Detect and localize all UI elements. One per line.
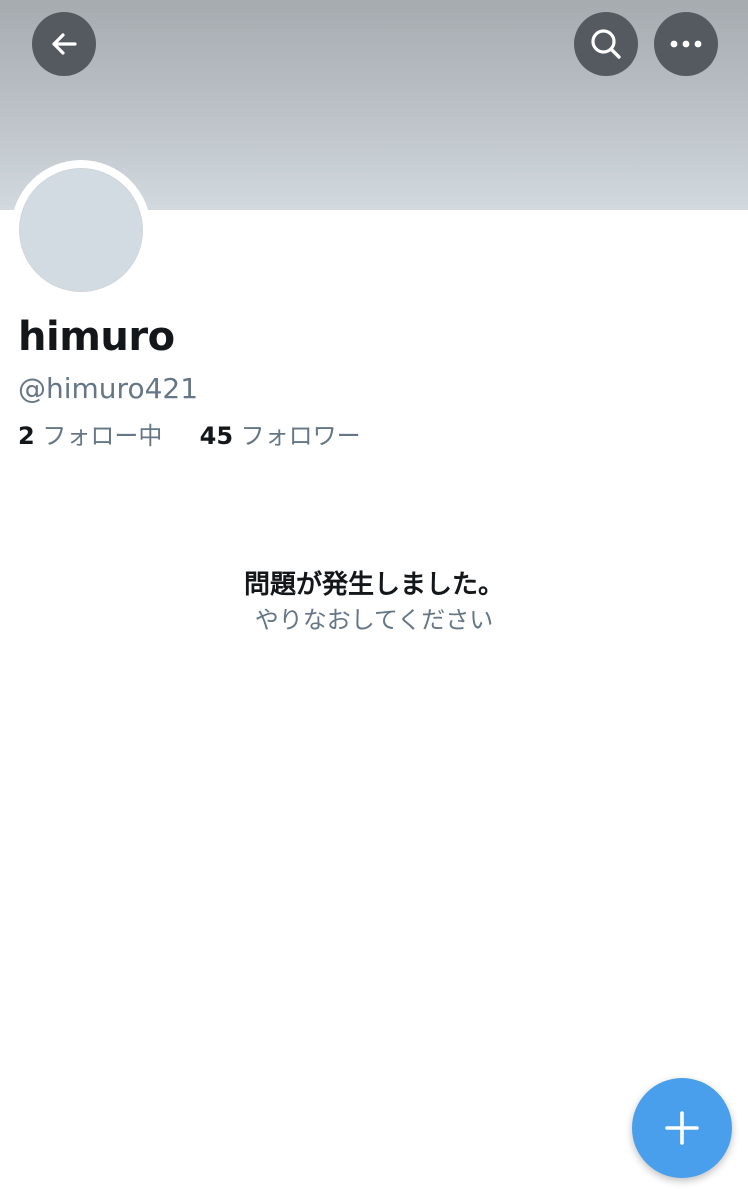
compose-tweet-button[interactable] bbox=[632, 1078, 732, 1178]
retry-message[interactable]: やりなおしてください bbox=[0, 600, 748, 635]
search-button[interactable] bbox=[574, 12, 638, 76]
follow-stats: 2 フォロー中 45 フォロワー bbox=[18, 416, 361, 451]
user-handle: @himuro421 bbox=[18, 372, 199, 405]
more-options-button[interactable] bbox=[654, 12, 718, 76]
search-icon bbox=[591, 29, 621, 59]
followers-count: 45 bbox=[199, 422, 234, 450]
following-link[interactable]: 2 フォロー中 bbox=[18, 422, 170, 450]
error-title: 問題が発生しました。 bbox=[243, 570, 504, 600]
back-button[interactable] bbox=[32, 12, 96, 76]
avatar-border bbox=[11, 160, 151, 300]
display-name: himuro bbox=[18, 314, 175, 360]
arrow-left-icon bbox=[52, 33, 77, 55]
following-count: 2 bbox=[18, 422, 35, 450]
followers-link[interactable]: 45 フォロワー bbox=[200, 422, 361, 450]
profile-screen: himuro @himuro421 2 フォロー中 45 フォロワー 問題が発生… bbox=[0, 0, 748, 1189]
avatar[interactable] bbox=[19, 168, 143, 292]
followers-label: フォロワー bbox=[240, 422, 361, 450]
more-horizontal-icon bbox=[670, 40, 702, 48]
following-label: フォロー中 bbox=[42, 422, 163, 450]
plus-icon bbox=[665, 1111, 699, 1145]
